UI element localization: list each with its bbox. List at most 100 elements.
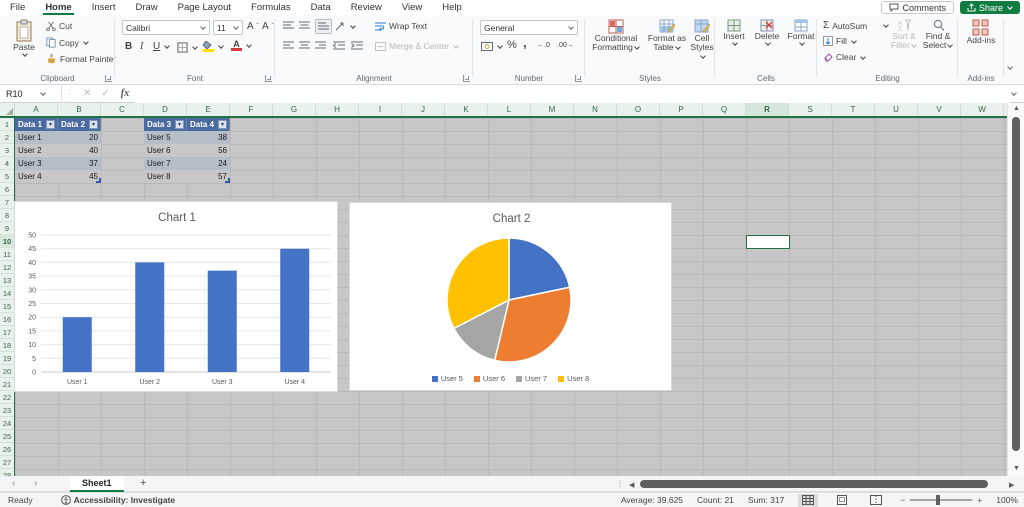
column-header-M[interactable]: M <box>531 103 574 116</box>
menu-tab-insert[interactable]: Insert <box>82 0 126 15</box>
row-header-23[interactable]: 23 <box>0 404 14 417</box>
row-header-20[interactable]: 20 <box>0 365 14 378</box>
column-header-Q[interactable]: Q <box>703 103 746 116</box>
column-header-I[interactable]: I <box>359 103 402 116</box>
cell-user-label[interactable]: User 1 <box>15 131 58 144</box>
number-dialog-launcher[interactable] <box>575 75 582 82</box>
cell-user-label[interactable]: User 8 <box>144 170 187 183</box>
zoom-level[interactable]: 100% <box>996 495 1018 505</box>
row-header-11[interactable]: 11 <box>0 248 14 261</box>
row-header-5[interactable]: 5 <box>0 170 14 183</box>
cell-user-label[interactable]: User 5 <box>144 131 187 144</box>
accounting-format-button[interactable] <box>481 42 503 51</box>
row-header-21[interactable]: 21 <box>0 378 14 391</box>
sheet-tab-sheet1[interactable]: Sheet1 <box>70 476 124 492</box>
row-header-26[interactable]: 26 <box>0 443 14 456</box>
row-header-8[interactable]: 8 <box>0 209 14 222</box>
italic-button[interactable]: I <box>140 41 143 52</box>
zoom-in-button[interactable]: + <box>977 495 982 505</box>
cell-styles-button[interactable]: Cell Styles <box>689 19 715 61</box>
increase-decimal-button[interactable]: ←.0 <box>537 42 550 49</box>
font-color-button[interactable]: A <box>231 40 252 51</box>
sort-filter-button[interactable]: AZ Sort & Filter <box>889 19 919 50</box>
row-header-7[interactable]: 7 <box>0 196 14 209</box>
merge-center-button[interactable]: Merge & Center <box>375 41 459 51</box>
row-header-17[interactable]: 17 <box>0 326 14 339</box>
column-header-O[interactable]: O <box>617 103 660 116</box>
cell-value[interactable]: 37 <box>58 157 101 170</box>
menu-tab-draw[interactable]: Draw <box>125 0 167 15</box>
cell-user-label[interactable]: User 2 <box>15 144 58 157</box>
fill-button[interactable]: Fill <box>823 36 857 46</box>
column-header-E[interactable]: E <box>187 103 230 116</box>
cell-value[interactable]: 40 <box>58 144 101 157</box>
increase-font-button[interactable]: Aˆ <box>247 21 259 32</box>
page-break-view-button[interactable] <box>866 494 886 507</box>
table-resize-handle[interactable] <box>96 178 101 183</box>
prev-sheet-arrow[interactable]: ‹ <box>12 478 15 489</box>
row-header-27[interactable]: 27 <box>0 456 14 469</box>
filter-dropdown-icon[interactable]: ▾ <box>218 120 227 129</box>
vertical-scrollbar[interactable]: ▲ ▼ <box>1007 103 1024 476</box>
column-header-D[interactable]: D <box>144 103 187 116</box>
row-header-22[interactable]: 22 <box>0 391 14 404</box>
menu-tab-data[interactable]: Data <box>301 0 341 15</box>
scroll-up-arrow[interactable]: ▲ <box>1013 105 1020 112</box>
alignment-dialog-launcher[interactable] <box>463 75 470 82</box>
column-header-R[interactable]: R <box>746 103 789 116</box>
conditional-formatting-button[interactable]: Conditional Formatting <box>588 19 644 52</box>
row-header-13[interactable]: 13 <box>0 274 14 287</box>
cell-user-label[interactable]: User 6 <box>144 144 187 157</box>
column-header-K[interactable]: K <box>445 103 488 116</box>
underline-button[interactable]: U <box>153 41 171 52</box>
normal-view-button[interactable] <box>798 493 819 507</box>
cancel-icon[interactable]: ✕ <box>78 88 96 99</box>
orientation-button[interactable] <box>335 21 356 31</box>
table-header-data-4[interactable]: Data 4 ▾ <box>187 118 230 131</box>
menu-tab-review[interactable]: Review <box>341 0 392 15</box>
format-painter-button[interactable]: Format Painter <box>46 53 116 64</box>
row-header-9[interactable]: 9 <box>0 222 14 235</box>
filter-dropdown-icon[interactable]: ▾ <box>46 120 55 129</box>
menu-tab-help[interactable]: Help <box>432 0 472 15</box>
column-header-F[interactable]: F <box>230 103 273 116</box>
column-header-T[interactable]: T <box>832 103 875 116</box>
paste-button[interactable]: Paste <box>8 19 40 57</box>
fill-color-button[interactable] <box>202 40 224 52</box>
percent-style-button[interactable]: % <box>507 39 517 51</box>
zoom-handle[interactable] <box>936 495 941 505</box>
delete-cells-button[interactable]: Delete <box>751 19 783 46</box>
cell-value[interactable]: 20 <box>58 131 101 144</box>
align-center-button[interactable] <box>299 41 310 50</box>
row-header-18[interactable]: 18 <box>0 339 14 352</box>
increase-indent-button[interactable] <box>351 41 363 50</box>
select-all-corner[interactable] <box>0 103 15 116</box>
chart-2[interactable]: Chart 2 User 5 User 6 User 7 User 8 <box>349 202 672 391</box>
find-select-button[interactable]: Find & Select <box>922 19 954 50</box>
align-left-button[interactable] <box>283 41 294 50</box>
column-header-L[interactable]: L <box>488 103 531 116</box>
font-size-select[interactable]: 11 <box>213 20 243 35</box>
column-header-P[interactable]: P <box>660 103 703 116</box>
column-header-U[interactable]: U <box>875 103 918 116</box>
number-format-select[interactable]: General <box>480 20 578 35</box>
cell-user-label[interactable]: User 3 <box>15 157 58 170</box>
column-header-N[interactable]: N <box>574 103 617 116</box>
menu-tab-view[interactable]: View <box>392 0 432 15</box>
menu-tab-formulas[interactable]: Formulas <box>241 0 301 15</box>
row-header-14[interactable]: 14 <box>0 287 14 300</box>
row-header-6[interactable]: 6 <box>0 183 14 196</box>
decrease-decimal-button[interactable]: .00→ <box>557 42 574 49</box>
vertical-scroll-thumb[interactable] <box>1012 117 1020 451</box>
fx-icon[interactable]: fx <box>115 88 135 99</box>
cell-value[interactable]: 38 <box>187 131 230 144</box>
tab-scroll-splitter[interactable]: ⋮ <box>616 479 624 488</box>
wrap-text-button[interactable]: Wrap Text <box>375 21 427 31</box>
cell-value[interactable]: 24 <box>187 157 230 170</box>
share-button[interactable]: Share <box>959 1 1020 14</box>
column-header-W[interactable]: W <box>961 103 1004 116</box>
filter-dropdown-icon[interactable]: ▾ <box>89 120 98 129</box>
decrease-indent-button[interactable] <box>333 41 345 50</box>
column-header-J[interactable]: J <box>402 103 445 116</box>
autosum-button[interactable]: Σ AutoSum <box>823 20 889 31</box>
